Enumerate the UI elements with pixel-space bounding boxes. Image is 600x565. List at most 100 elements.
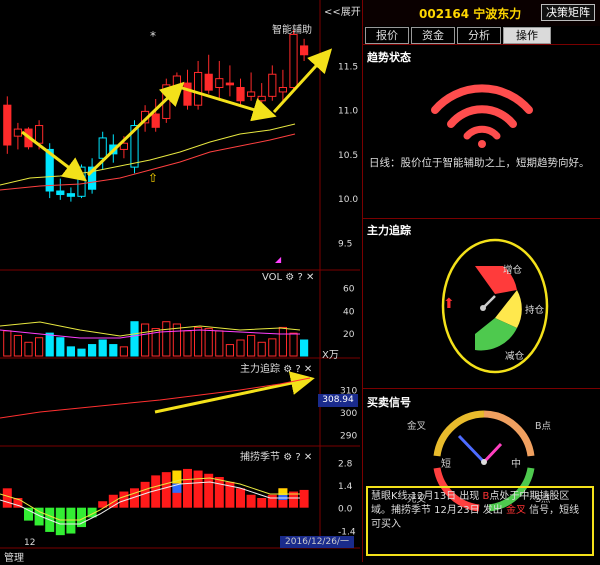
candle-body <box>194 71 203 106</box>
volume-bar <box>162 321 171 357</box>
candle-body <box>3 104 12 146</box>
section-divider <box>363 388 600 389</box>
season-bar <box>299 489 309 508</box>
signal-section-title: 买卖信号 <box>367 396 411 409</box>
close-icon[interactable]: ✕ <box>304 364 312 375</box>
trend-description: 日线：股价位于智能辅助之上，短期趋势向好。 <box>369 157 590 169</box>
volume-bar <box>77 348 86 357</box>
season-bar <box>214 477 224 508</box>
volume-bar <box>3 330 12 357</box>
tab-quote[interactable]: 报价 <box>365 27 409 44</box>
help-icon[interactable]: ? <box>295 364 300 375</box>
main-force-tick-label: 290 <box>340 432 357 442</box>
tab-operation[interactable]: 操作 <box>503 27 551 44</box>
volume-bar <box>45 332 54 357</box>
tab-funds[interactable]: 资金 <box>411 27 455 44</box>
tracking-section-title: 主力追踪 <box>367 224 411 237</box>
season-tick-label: 0.0 <box>338 505 353 515</box>
candle-body <box>236 87 245 102</box>
season-tick-label: 2.8 <box>338 459 353 469</box>
main-force-header: 主力追踪 ⚙ ? ✕ <box>240 360 312 375</box>
help-icon[interactable]: ? <box>297 272 302 283</box>
clock-hand-short <box>457 434 486 464</box>
gauge-label-hold: 持仓 <box>525 305 545 316</box>
clock-label-b: B点 <box>535 421 552 432</box>
volume-bar <box>225 344 235 357</box>
price-tick-label: 10.5 <box>338 151 358 161</box>
season-histogram <box>2 468 309 536</box>
volume-bar <box>300 339 309 357</box>
volume-bar <box>236 339 245 357</box>
tab-bar: 报价 资金 分析 操作 <box>363 27 600 44</box>
candle-body <box>56 190 65 196</box>
trend-section-title: 趋势状态 <box>367 51 411 64</box>
season-bar <box>267 494 277 508</box>
volume-unit: X万 <box>322 350 339 361</box>
signal-note: 慧眼K线 12月13日 出现 B点处于中期持股区域。捕捞季节 12月23日 发出… <box>366 486 594 556</box>
volume-bar <box>88 344 97 357</box>
decision-matrix-button[interactable]: 决策矩阵 <box>541 4 595 21</box>
volume-bar <box>130 321 139 357</box>
season-bar <box>161 472 171 508</box>
close-icon[interactable]: ✕ <box>304 452 312 463</box>
season-tick-label: 1.4 <box>338 482 353 492</box>
volume-header: VOL ⚙ ? ✕ <box>262 272 314 283</box>
clock-label-mid: 中 <box>511 459 521 470</box>
gear-icon[interactable]: ⚙ <box>283 452 292 463</box>
gear-icon[interactable]: ⚙ <box>285 272 294 283</box>
volume-tick-label: 20 <box>343 330 355 340</box>
main-force-value-badge: 308.94 <box>318 394 358 407</box>
volume-tick-label: 40 <box>343 307 355 317</box>
season-bar <box>193 470 203 508</box>
season-bar <box>2 488 12 508</box>
volume-label: VOL <box>262 272 283 283</box>
volume-bar <box>66 346 76 357</box>
help-icon[interactable]: ? <box>295 452 300 463</box>
volume-bar <box>13 334 22 357</box>
volume-series <box>3 321 309 357</box>
date-cursor-label: 2016/12/26/一 <box>280 536 354 548</box>
volume-bar <box>35 337 44 357</box>
chart-area[interactable]: * ⇧ ◢ 11.5 11.0 10.5 10.0 9.5 60 40 20 310 300 2… <box>0 0 362 564</box>
section-divider <box>363 44 600 45</box>
volume-bar <box>109 344 118 357</box>
candle-body <box>172 75 182 88</box>
volume-bar <box>24 341 33 357</box>
tab-analysis[interactable]: 分析 <box>457 27 501 44</box>
candle-body <box>204 73 213 91</box>
candle-body <box>183 82 192 106</box>
pink-marker-icon: ◢ <box>275 255 282 264</box>
indicator-label: 智能辅助 <box>272 25 312 36</box>
note-golden-cross: 金叉 <box>506 505 526 516</box>
gauge-label-add: 增仓 <box>503 265 523 276</box>
candle-body <box>215 78 224 89</box>
price-tick-label: 11.5 <box>338 62 358 72</box>
star-marker: * <box>150 29 156 43</box>
volume-bar <box>204 328 213 357</box>
candle-body <box>98 137 107 159</box>
volume-bar <box>268 338 277 357</box>
section-divider <box>363 218 600 219</box>
volume-bar <box>247 334 256 357</box>
price-tick-label: 10.0 <box>338 195 358 205</box>
season-axis: 2.81.40.0-1.4 <box>338 459 356 537</box>
stock-header: 002164 宁波东力 决策矩阵 <box>363 0 600 26</box>
signal-strength-icon <box>431 84 533 148</box>
volume-bar <box>119 346 129 357</box>
clock-label-short: 短 <box>441 459 451 470</box>
up-arrow-icon: ⬆ <box>443 296 455 312</box>
candle-body <box>300 45 309 56</box>
main-force-label: 主力追踪 <box>240 364 280 375</box>
expand-button[interactable]: <<展开 <box>324 3 361 18</box>
price-tick-label: 9.5 <box>338 239 352 249</box>
volume-bar <box>183 330 192 357</box>
close-icon[interactable]: ✕ <box>306 272 314 283</box>
candle-body <box>13 128 22 137</box>
gauge-label-reduce: 减仓 <box>505 351 525 362</box>
volume-axis: 60 40 20 <box>343 284 355 340</box>
gear-icon[interactable]: ⚙ <box>283 364 292 375</box>
candle-body <box>66 193 76 197</box>
season-bar <box>183 468 192 508</box>
volume-bar <box>289 332 298 357</box>
volume-bar <box>257 341 266 357</box>
